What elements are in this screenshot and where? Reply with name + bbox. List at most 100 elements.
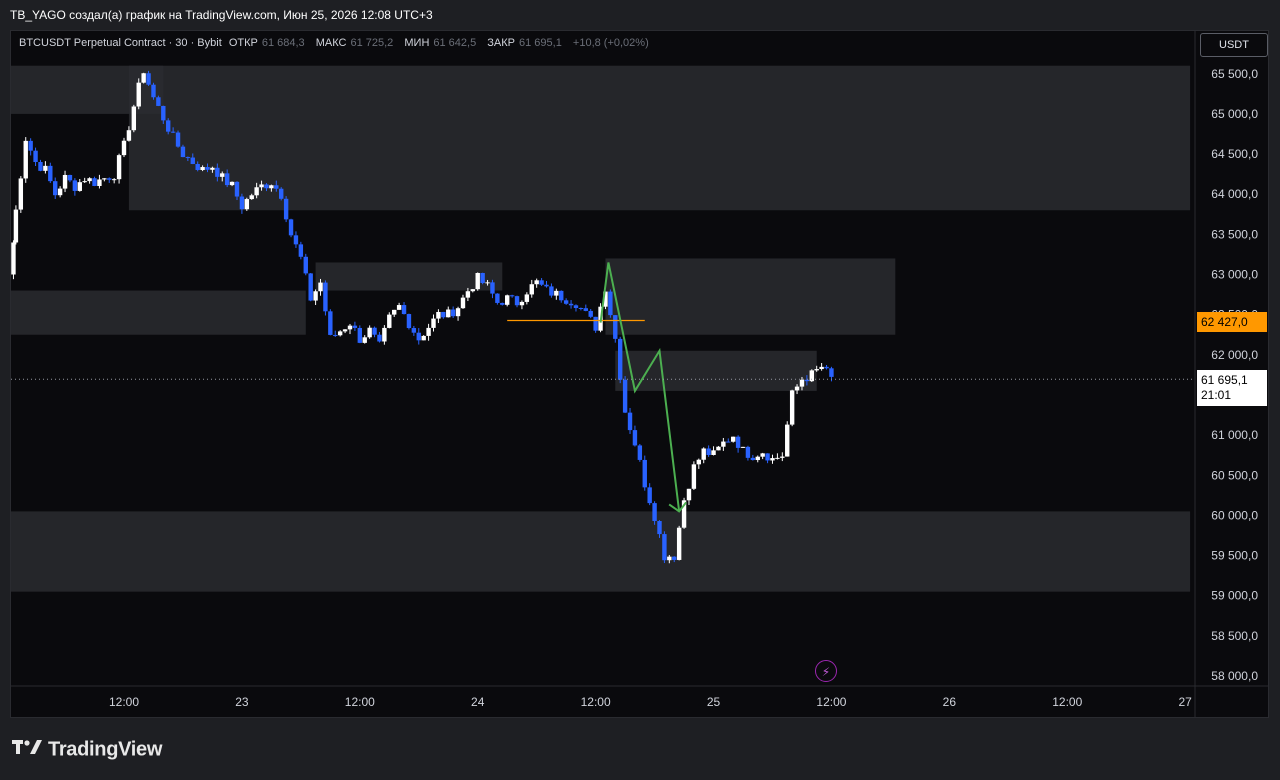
candle-body [514,296,520,306]
candle-body [279,188,284,199]
candle-body [224,173,230,186]
candle-body [495,293,500,303]
candle-body [750,457,756,461]
candle-body [28,140,33,151]
candle-body [38,162,43,171]
candle-body [190,157,195,164]
candle-body [539,280,544,285]
candle-body [726,441,731,443]
candle-body [632,430,638,446]
candle-body [269,185,274,189]
candle-body [249,195,254,200]
y-tick-label: 64 000,0 [1211,187,1258,201]
y-tick-label: 65 500,0 [1211,67,1258,81]
candle-body [185,157,191,159]
candle-body [416,332,421,341]
candle-body [77,182,82,191]
candle-body [57,188,63,196]
candle-body [396,305,402,310]
candle-body [406,314,412,329]
candle-body [780,456,785,458]
candle-body [465,291,471,298]
candle-body [480,273,485,284]
y-tick-label: 65 000,0 [1211,107,1258,121]
lightning-icon[interactable]: ⚡ [815,660,837,682]
candle-body [647,487,652,504]
candle-body [195,163,200,170]
candle-body [131,106,137,131]
candle-body [18,178,24,210]
candle-body [519,301,525,306]
last-price-value: 61 695,1 [1201,373,1248,387]
candle-body [116,155,122,180]
candle-body [111,179,117,181]
candle-body [642,459,647,488]
candle-body [637,445,643,460]
candle-body [146,73,151,85]
candle-body [485,282,490,284]
candle-body [799,379,805,387]
candle-body [308,273,313,301]
ohlc-legend: BTCUSDT Perpetual Contract · 30 · Bybit … [19,37,653,49]
tradingview-logo[interactable]: TradingView [12,738,162,762]
x-tick-label: 27 [1178,695,1192,709]
level-price-tag: 62 427,0 [1197,312,1267,332]
x-tick-label: 12:00 [345,695,375,709]
candle-body [568,303,574,306]
candle-body [293,235,299,245]
candle-body [819,366,824,370]
y-tick-label: 58 000,0 [1211,669,1258,683]
candle-body [87,178,92,182]
candle-body [170,131,176,133]
candle-body [352,325,358,328]
candle-body [23,140,28,179]
last-price-tag: 61 695,1 21:01 [1197,370,1267,406]
candle-body [672,556,677,560]
candle-body [362,337,367,343]
bar-countdown: 21:01 [1201,388,1232,402]
candle-body [667,556,672,561]
candle-body [337,331,343,336]
candle-body [156,97,161,106]
candle-body [392,309,397,315]
zone-1 [128,65,1191,211]
y-tick-label: 62 000,0 [1211,348,1258,362]
candle-body [283,198,289,220]
zone-4 [605,258,896,335]
candle-body [426,327,431,336]
candle-body [613,315,618,339]
y-tick-label: 58 500,0 [1211,629,1258,643]
candle-body [475,273,480,290]
candle-body [264,184,269,189]
candle-body [804,379,810,382]
candle-body [121,140,127,156]
candle-body [328,311,333,335]
candle-body [411,328,417,333]
candle-body [229,181,235,186]
y-tick-label: 61 000,0 [1211,428,1258,442]
candle-body [342,329,348,332]
candle-body [588,310,593,317]
price-chart[interactable]: 58 000,0 58 500,0 59 000,0 59 500,0 60 000,0… [0,0,1280,780]
candle-body [563,300,569,304]
symbol-label[interactable]: BTCUSDT Perpetual Contract · 30 · Bybit [19,37,222,49]
tradingview-logo-text: TradingView [48,738,163,761]
candle-body [161,105,166,121]
y-tick-label: 63 500,0 [1211,227,1258,241]
candle-body [549,286,554,296]
currency-button[interactable]: USDT [1200,33,1268,57]
candle-body [259,184,264,188]
change-value: +10,8 (+0,02%) [572,37,649,49]
candle-body [814,369,819,371]
candle-body [141,73,146,83]
zone-6 [11,511,1191,592]
candle-body [460,297,466,309]
candle-body [627,412,633,431]
candle-body [62,174,68,189]
x-tick-label: 12:00 [581,695,611,709]
candle-body [220,173,225,177]
zone-3 [315,262,503,291]
candle-body [92,178,97,187]
candle-body [829,368,834,377]
candle-body [215,167,220,177]
